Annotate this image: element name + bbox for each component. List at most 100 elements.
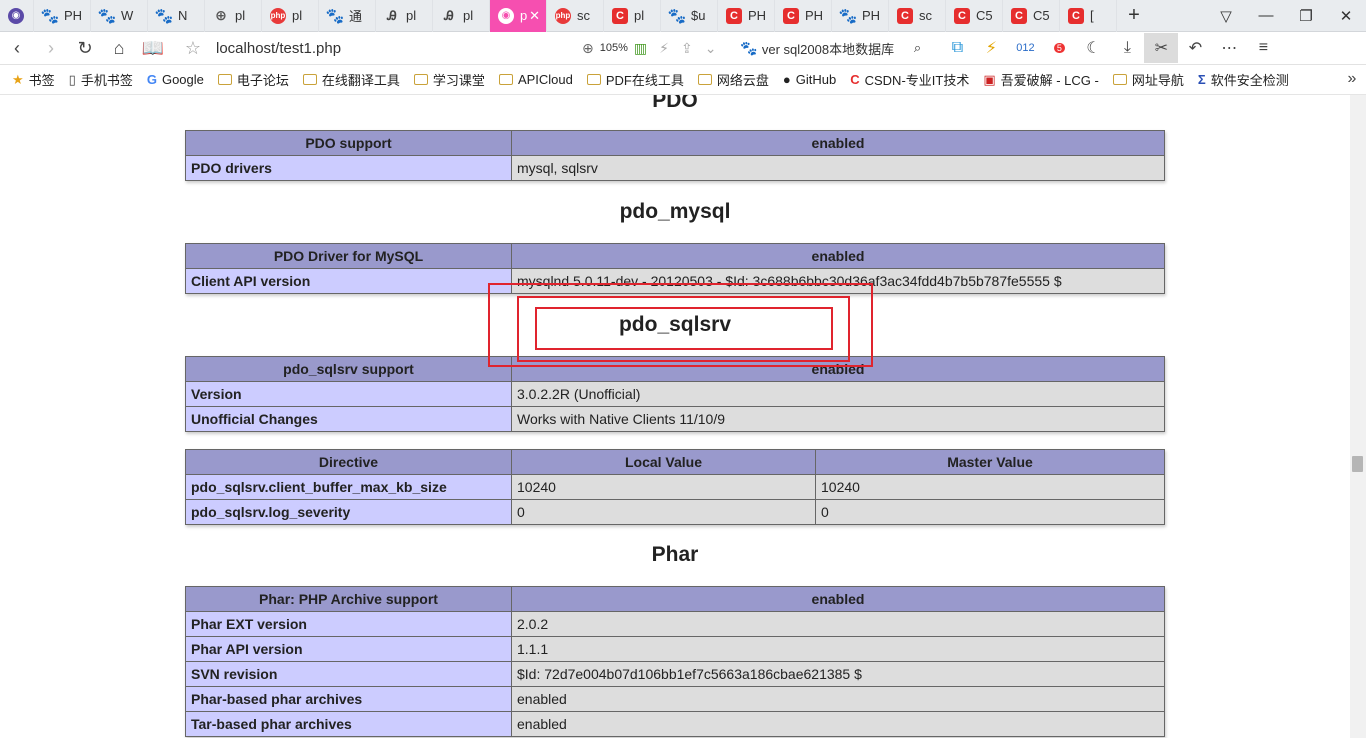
tab-0[interactable]: ◉ [0, 0, 34, 32]
reload-button[interactable]: ↻ [68, 33, 102, 63]
calendar-extension-icon[interactable]: 012 [1008, 33, 1042, 63]
bookmark-label: 学习课堂 [432, 73, 485, 88]
night-mode-icon[interactable]: ☾ [1076, 33, 1110, 63]
csdn-icon: C [850, 72, 860, 87]
more-icon[interactable]: ⋯ [1212, 33, 1246, 63]
search-input[interactable]: ver sql2008本地数据库 [762, 39, 910, 58]
bookmark-item[interactable]: 电子论坛 [217, 70, 289, 89]
tab-6[interactable]: 🐾 通 [319, 0, 376, 32]
bookmark-item[interactable]: ● GitHub [783, 72, 836, 87]
bookmark-item[interactable]: 网络云盘 [697, 70, 769, 89]
google-icon: G [146, 72, 157, 87]
csdn-icon: C [1068, 7, 1084, 24]
search-engine-icon[interactable]: 🐾 [740, 40, 757, 57]
table-row: Version 3.0.2.2R (Unofficial) [185, 381, 1165, 407]
phone-icon: ▯ [68, 71, 76, 87]
bookmark-item[interactable]: ▯ 手机书签 [69, 70, 133, 89]
bookmark-item[interactable]: PDF在线工具 [586, 70, 684, 89]
bookmark-item[interactable]: 学习课堂 [413, 70, 485, 89]
reader-mode-icon[interactable]: 📖 [136, 33, 170, 63]
vertical-scrollbar[interactable] [1350, 95, 1366, 738]
bookmark-item[interactable]: ▣ 吾爱破解 - LCG - [983, 70, 1099, 89]
bookmark-item[interactable]: APICloud [498, 72, 573, 87]
paw-icon: 🐾 [154, 7, 174, 25]
tab-label: $u [691, 8, 706, 23]
tab-16[interactable]: Csc [889, 0, 946, 32]
section-title-pdo-mysql: pdo_mysql [619, 200, 731, 223]
notes-extension-icon[interactable]: 5 [1042, 33, 1076, 63]
tab-2[interactable]: 🐾 W [91, 0, 148, 32]
undo-icon[interactable]: ↶ [1178, 33, 1212, 63]
table-header-cell: Master Value [815, 449, 1165, 475]
tab-4[interactable]: ⊕ pl [205, 0, 262, 32]
bookmark-item[interactable]: ★ 书签 [12, 70, 55, 89]
new-tab-button[interactable]: + [1117, 0, 1151, 32]
home-button[interactable]: ⌂ [102, 33, 136, 63]
csdn-icon: C [726, 7, 742, 24]
close-window-button[interactable]: ✕ [1326, 0, 1366, 32]
tab-18[interactable]: C C5 [1003, 0, 1060, 32]
table-row: Phar-based phar archives enabled [185, 686, 1165, 712]
tab-10[interactable]: php sc [547, 0, 604, 32]
tab-11[interactable]: Cpl [604, 0, 661, 32]
tab-label: pl [292, 8, 303, 23]
tab-12[interactable]: 🐾 $u [661, 0, 718, 32]
tab-label: PH [748, 8, 767, 23]
tab-5[interactable]: php pl [262, 0, 319, 32]
tab-label: 通 [349, 9, 363, 24]
bookmark-label: PDF在线工具 [605, 73, 684, 88]
close-tab-icon[interactable]: ✕ [529, 8, 540, 24]
search-icon[interactable]: ⌕ [914, 40, 921, 56]
paw-icon: 🐾 [838, 7, 858, 25]
search-box[interactable]: 🐾 ver sql2008本地数据库 ⌕ [740, 39, 930, 58]
table-header-cell: PDO Driver for MySQL [185, 243, 512, 269]
table-header-cell: Local Value [511, 449, 816, 475]
minimize-button[interactable]: — [1246, 0, 1286, 32]
bookmarks-more-icon[interactable]: » [1338, 70, 1366, 88]
screenshot-extension-icon[interactable]: ⧉ [940, 33, 974, 63]
table-header-cell: enabled [511, 586, 1165, 612]
tab-8[interactable]: Ꭿpl [433, 0, 490, 32]
bookmark-item[interactable]: 网址导航 [1112, 70, 1184, 89]
bookmark-item[interactable]: G Google [147, 72, 204, 87]
back-button[interactable]: ‹ [0, 33, 34, 63]
bookmark-label: CSDN-专业IT技术 [864, 73, 970, 88]
tab-9[interactable]: ◉ p ✕ [490, 0, 547, 32]
share-icon[interactable]: ⇪ [681, 40, 693, 57]
tab-menu-icon[interactable]: ▽ [1206, 0, 1246, 32]
tab-14[interactable]: C PH [775, 0, 832, 32]
bookmark-star-icon[interactable]: ☆ [176, 33, 210, 63]
speed-mode-icon[interactable]: ⚡ [659, 40, 669, 57]
value-cell: 1.1.1 [511, 636, 1165, 662]
bookmark-label: GitHub [795, 72, 837, 87]
compat-mode-icon[interactable]: ▥ [634, 40, 647, 57]
bookmark-label: 网址导航 [1131, 73, 1184, 88]
chevron-down-icon[interactable]: ⌄ [705, 40, 717, 57]
cut-tool-icon[interactable]: ✂ [1144, 33, 1179, 63]
tab-1[interactable]: 🐾 PH [34, 0, 91, 32]
directive-name-cell: Phar-based phar archives [185, 686, 512, 712]
forward-button[interactable]: › [34, 33, 68, 63]
bookmark-item[interactable]: 在线翻译工具 [302, 70, 400, 89]
address-bar[interactable]: localhost/test1.php [216, 40, 576, 57]
download-icon[interactable]: ⤓ [1110, 33, 1144, 63]
zoom-level[interactable]: 105% [600, 42, 628, 54]
app-extension-icon[interactable]: ⚡ [974, 33, 1008, 63]
bookmark-item[interactable]: C CSDN-专业IT技术 [850, 70, 969, 89]
bookmark-label: 书签 [28, 73, 55, 88]
value-cell: 0 [815, 499, 1165, 525]
bookmark-item[interactable]: Σ 软件安全检测 [1198, 70, 1289, 89]
tab-17[interactable]: C C5 [946, 0, 1003, 32]
scrollbar-thumb[interactable] [1352, 456, 1363, 472]
folder-icon [217, 74, 232, 85]
restore-button[interactable]: ❐ [1286, 0, 1326, 32]
tab-7[interactable]: Ꭿpl [376, 0, 433, 32]
menu-icon[interactable]: ≡ [1246, 33, 1280, 63]
tab-19[interactable]: C[ [1060, 0, 1117, 32]
tab-13[interactable]: C PH [718, 0, 775, 32]
tab-label: PH [862, 8, 881, 23]
tab-15[interactable]: 🐾 PH [832, 0, 889, 32]
zoom-icon[interactable]: ⊕ [582, 40, 594, 57]
tab-label: C5 [976, 8, 993, 23]
tab-3[interactable]: 🐾 N [148, 0, 205, 32]
